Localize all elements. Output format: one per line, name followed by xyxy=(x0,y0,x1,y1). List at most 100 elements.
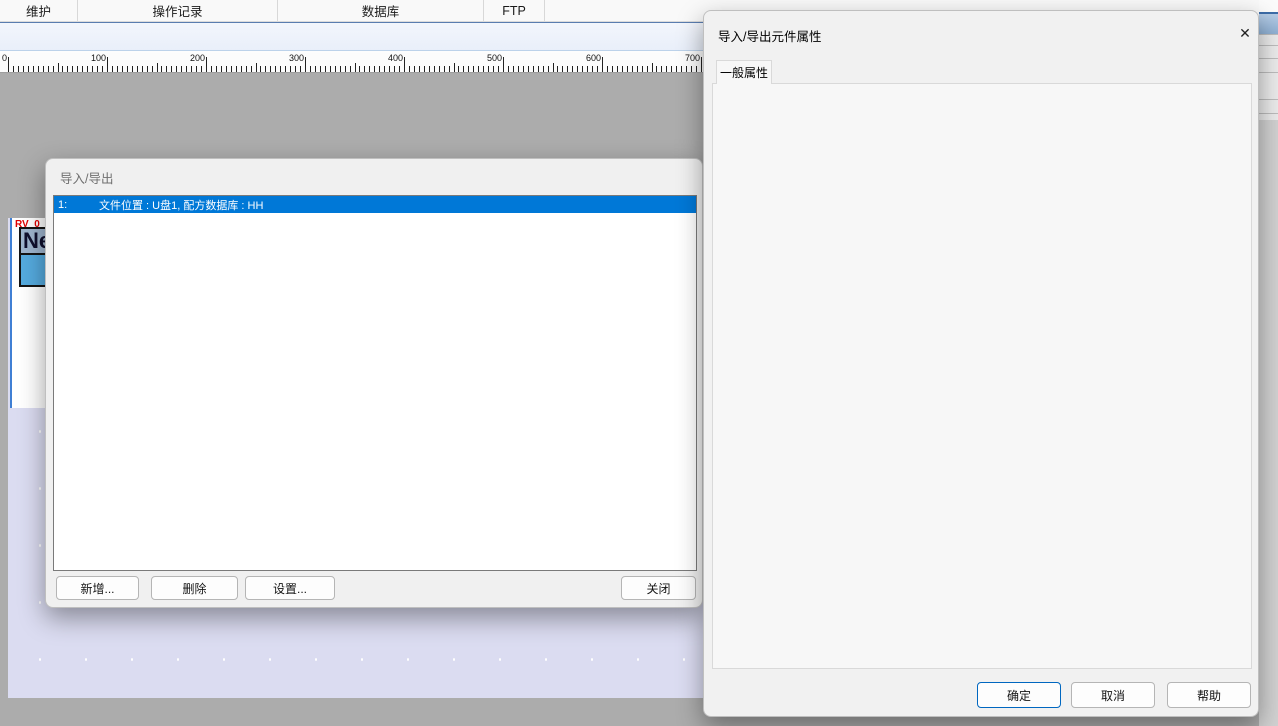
ruler-tick xyxy=(637,66,638,72)
ruler-label: 200 xyxy=(190,53,206,63)
ruler-tick xyxy=(256,63,257,72)
ruler-tick xyxy=(458,66,459,72)
ruler-tick xyxy=(77,66,78,72)
list-item[interactable]: 1: 文件位置 : U盘1, 配方数据库 : HH xyxy=(54,196,696,213)
ruler-tick xyxy=(404,57,405,72)
ruler-tick xyxy=(419,66,420,72)
ruler-tick xyxy=(671,66,672,72)
ruler-tick xyxy=(483,66,484,72)
ruler-tick xyxy=(201,66,202,72)
ruler-tick xyxy=(43,66,44,72)
ruler-tick xyxy=(345,66,346,72)
ruler-tick xyxy=(295,66,296,72)
ruler-tick xyxy=(97,66,98,72)
ruler-tick xyxy=(498,66,499,72)
ruler-tick xyxy=(394,66,395,72)
ruler-tick xyxy=(33,66,34,72)
ruler-tick xyxy=(13,66,14,72)
ruler-tick xyxy=(355,63,356,72)
ruler-tick xyxy=(251,66,252,72)
ruler-tick xyxy=(325,66,326,72)
menu-tab-database[interactable]: 数据库 xyxy=(278,0,484,21)
ruler-tick xyxy=(399,66,400,72)
cancel-button[interactable]: 取消 xyxy=(1071,682,1155,708)
ruler-tick xyxy=(528,66,529,72)
ruler-label: 300 xyxy=(289,53,305,63)
ruler-tick xyxy=(627,66,628,72)
ruler-tick xyxy=(315,66,316,72)
ruler-label: 100 xyxy=(91,53,107,63)
ruler-tick xyxy=(275,66,276,72)
tab-general-properties[interactable]: 一般属性 xyxy=(716,60,772,84)
dialog-title: 导入/导出 xyxy=(60,168,113,187)
menu-tab-maintenance[interactable]: 维护 xyxy=(0,0,78,21)
ruler-tick xyxy=(270,66,271,72)
ruler-tick xyxy=(513,66,514,72)
ruler-tick xyxy=(389,66,390,72)
ruler-tick xyxy=(642,66,643,72)
ok-button[interactable]: 确定 xyxy=(977,682,1061,708)
ruler-tick xyxy=(206,57,207,72)
ruler-tick xyxy=(181,66,182,72)
ruler-tick xyxy=(587,66,588,72)
ruler-tick xyxy=(647,66,648,72)
settings-button[interactable]: 设置... xyxy=(245,576,335,600)
ruler-tick xyxy=(62,66,63,72)
ruler-tick xyxy=(166,66,167,72)
ruler-tick xyxy=(478,66,479,72)
panel-titlebar-edge xyxy=(1259,12,1278,34)
element-properties-dialog: 导入/导出元件属性 ✕ 一般属性 描述 : 类型 : 配方数据库 配方 : HH… xyxy=(703,10,1259,717)
import-export-list[interactable]: 1: 文件位置 : U盘1, 配方数据库 : HH xyxy=(53,195,697,571)
ruler-tick xyxy=(58,63,59,72)
ruler-tick xyxy=(152,66,153,72)
delete-button[interactable]: 删除 xyxy=(151,576,238,600)
ruler-tick xyxy=(112,66,113,72)
ruler-tick xyxy=(543,66,544,72)
ruler-tick xyxy=(330,66,331,72)
menu-tab-operation-log[interactable]: 操作记录 xyxy=(78,0,278,21)
ruler-tick xyxy=(463,66,464,72)
ruler-label: 500 xyxy=(487,53,503,63)
ruler-tick xyxy=(414,66,415,72)
ruler-tick xyxy=(533,66,534,72)
ruler-label: 0 xyxy=(2,53,8,63)
ruler-tick xyxy=(82,66,83,72)
ruler-tick xyxy=(350,66,351,72)
ruler-tick xyxy=(285,66,286,72)
close-button[interactable]: 关闭 xyxy=(621,576,696,600)
ruler-tick xyxy=(161,66,162,72)
ruler-label: 400 xyxy=(388,53,404,63)
ruler-tick xyxy=(676,66,677,72)
ruler-tick xyxy=(176,66,177,72)
ruler-tick xyxy=(246,66,247,72)
add-button[interactable]: 新增... xyxy=(56,576,139,600)
ruler-tick xyxy=(454,63,455,72)
ruler-tick xyxy=(340,66,341,72)
ruler-tick xyxy=(503,57,504,72)
ruler-tick xyxy=(384,66,385,72)
close-icon[interactable]: ✕ xyxy=(1234,22,1256,44)
ruler-tick xyxy=(300,66,301,72)
ruler-tick xyxy=(612,66,613,72)
ruler-tick xyxy=(87,66,88,72)
ruler-label: 700 xyxy=(685,53,701,63)
ruler-tick xyxy=(122,66,123,72)
ruler-tick xyxy=(557,66,558,72)
ruler-tick xyxy=(364,66,365,72)
tab-content-panel xyxy=(712,83,1252,669)
help-button[interactable]: 帮助 xyxy=(1167,682,1251,708)
ruler-tick xyxy=(231,66,232,72)
ruler-tick xyxy=(132,66,133,72)
ruler-tick xyxy=(374,66,375,72)
ruler-tick xyxy=(577,66,578,72)
ruler-tick xyxy=(424,66,425,72)
ruler-tick xyxy=(310,66,311,72)
menu-tab-ftp[interactable]: FTP xyxy=(484,0,545,21)
ruler-tick xyxy=(107,57,108,72)
ruler-tick xyxy=(48,66,49,72)
ruler-tick xyxy=(567,66,568,72)
ruler-tick xyxy=(548,66,549,72)
ruler-tick xyxy=(67,66,68,72)
ruler-tick xyxy=(72,66,73,72)
ruler-tick xyxy=(216,66,217,72)
